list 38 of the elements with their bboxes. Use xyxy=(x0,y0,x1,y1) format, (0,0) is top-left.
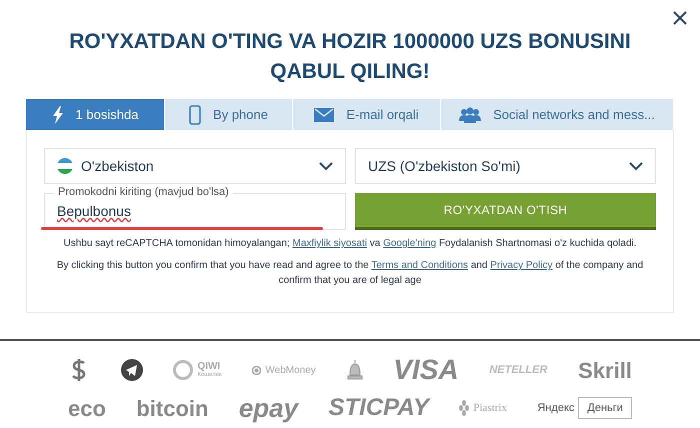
phone-icon xyxy=(189,104,202,124)
select-value: UZS (O'zbekiston So'mi) xyxy=(368,156,522,176)
people-icon xyxy=(459,106,482,122)
payment-logo: bitcoin xyxy=(136,394,208,422)
tab[interactable]: 1 bosishda xyxy=(26,99,165,130)
field-label: Promokodni kiriting (mavjud bo'lsa) xyxy=(54,186,233,199)
register-button[interactable]: RO'YXATDAN O'TISH xyxy=(355,193,656,230)
payment-logo: WebMoney xyxy=(252,362,316,378)
payment-logo: STICPAY xyxy=(328,393,429,423)
chevron-down-icon xyxy=(629,162,643,170)
currency-select[interactable]: UZS (O'zbekiston So'mi) xyxy=(355,148,656,184)
bell-icon xyxy=(346,359,363,381)
tab[interactable]: Social networks and mess... xyxy=(441,99,674,130)
select-value: O'zbekiston xyxy=(81,156,155,176)
recaptcha-note: Ushbu sayt reCAPTCHA tomonidan himoyalangan; Maxfiylik siyosati va Google'ning Foydalanish Shartnomasi o'z kuchida qoladi. xyxy=(62,237,638,251)
country-select[interactable]: O'zbekiston xyxy=(44,148,346,184)
envelope-icon xyxy=(314,108,334,122)
close-icon xyxy=(673,11,687,25)
consent-note: By clicking this button you confirm that you have read and agree to the Terms and Conditions and Privacy Policy of the company and confirm that you are of legal age xyxy=(56,259,644,288)
payment-logo: epay xyxy=(238,392,298,424)
payment-logo: NETELLER xyxy=(489,362,548,378)
lightning-icon xyxy=(52,106,64,124)
field-value: Bepulbonus xyxy=(57,202,131,221)
tab[interactable]: By phone xyxy=(165,99,293,130)
link[interactable]: Google'ning xyxy=(383,238,436,249)
paper-plane-icon xyxy=(120,359,143,381)
link[interactable]: Terms and Conditions xyxy=(371,260,468,271)
payment-logo: VISA xyxy=(393,353,459,387)
link[interactable]: Privacy Policy xyxy=(490,260,553,271)
payment-logo: Яндекс Деньги xyxy=(537,396,632,420)
link[interactable]: Maxfiylik siyosati xyxy=(292,238,367,249)
payment-logo: Piastrix xyxy=(459,400,507,416)
payment-logo: eco xyxy=(68,394,106,422)
page-title: RO'YXATDAN O'TING VA HOZIR 1000000 UZS BONUSINI QABUL QILING! xyxy=(68,29,632,85)
flag-icon xyxy=(57,158,73,174)
tab[interactable]: E-mail orqali xyxy=(293,99,441,130)
chevron-down-icon xyxy=(319,162,333,170)
payment-logo: Skrill xyxy=(578,356,632,384)
